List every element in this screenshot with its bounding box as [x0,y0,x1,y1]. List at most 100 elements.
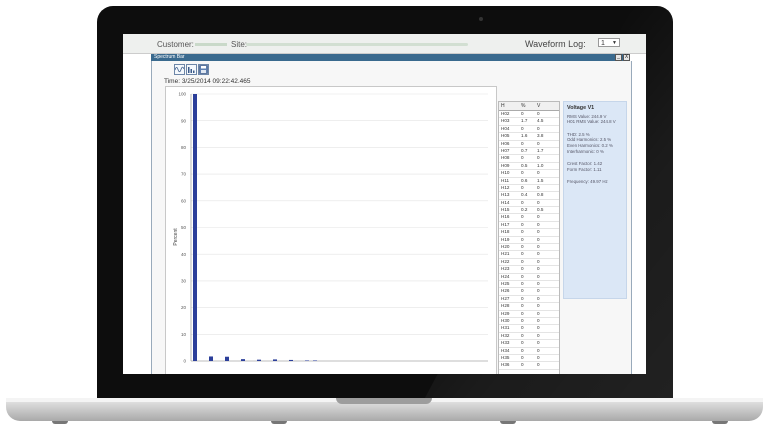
y-tick-label: 30 [181,279,187,284]
table-cell: H22 [501,258,510,264]
table-cell: H35 [501,354,510,360]
save-button[interactable] [198,64,209,75]
table-cell: 0 [537,273,540,279]
waveform-icon [175,66,184,73]
table-cell: 0 [521,347,524,353]
y-tick-label: 40 [181,252,187,257]
table-cell: 0 [521,332,524,338]
column-header-percent: % [521,103,526,109]
waveform-log-label: Waveform Log: [525,39,586,49]
table-cell: 0 [521,273,524,279]
table-cell: H34 [501,347,510,353]
y-tick-label: 0 [183,359,186,364]
table-cell: 0 [537,221,540,227]
table-cell: 0 [537,347,540,353]
table-cell: 3.8 [537,133,544,139]
table-row: H04 0 0 [499,125,559,134]
table-cell: 0 [521,362,524,368]
spectrum-bar [225,356,229,361]
table-cell: 0 [521,221,524,227]
spectrum-bar [305,360,309,361]
table-cell: H29 [501,310,510,316]
time-label: Time: 3/25/2014 09:22:42.465 [164,78,251,85]
table-row: H25 0 0 [499,281,559,289]
table-row: H14 0 0 [499,199,559,208]
table-row: H34 0 0 [499,348,559,355]
table-row: H07 0.7 1.7 [499,147,559,156]
customer-value [195,43,227,46]
table-cell: H18 [501,229,510,235]
y-tick-label: 70 [181,172,187,177]
table-cell: 0 [521,236,524,242]
site-label: Site: [231,40,248,49]
laptop-notch [336,398,432,404]
table-cell: 0 [537,199,540,205]
spectrum-chart-svg: 1009080706050403020100 Percent [173,92,488,364]
table-cell: 0.5 [537,207,544,213]
table-cell: H20 [501,244,510,250]
table-cell: 0 [521,258,524,264]
table-row: H11 0.6 1.5 [499,178,559,185]
table-cell: H16 [501,214,510,220]
table-row: H31 0 0 [499,325,559,333]
table-cell: 0 [537,258,540,264]
table-row: H30 0 0 [499,317,559,326]
table-cell: 0 [521,354,524,360]
table-cell: 0 [521,266,524,272]
harmonic-table: H % V H02 0 0 H03 1.7 4.5 H04 0 0 H05 1.6 3.8 H06 0 0 H… [498,101,560,374]
y-axis-label: Percent [173,228,179,246]
waveform-log-select[interactable]: 1 ▼ [598,38,620,47]
table-cell: H07 [501,147,510,153]
table-cell: 0 [537,244,540,250]
table-cell: 0 [537,266,540,272]
table-cell: H19 [501,236,510,242]
table-row: H12 0 0 [499,185,559,193]
table-cell: 1.6 [521,133,528,139]
table-cell: H04 [501,125,510,131]
spectrum-bar-button[interactable] [186,64,197,75]
table-row: H02 0 0 [499,111,559,119]
window-title-bar[interactable]: Spectrum Bar _ X [151,54,630,61]
table-row: H29 0 0 [499,311,559,318]
table-cell: 0 [537,170,540,176]
table-cell: H28 [501,303,510,309]
spectrum-bar [241,359,245,361]
chart-grid [191,93,488,362]
table-cell: 0.8 [537,192,544,198]
table-cell: 0 [521,325,524,331]
table-cell: H33 [501,340,510,346]
close-button[interactable]: X [623,54,630,61]
spectrum-bar [273,359,277,361]
table-cell: 0 [521,251,524,257]
y-tick-label: 10 [181,332,187,337]
minimize-button[interactable]: _ [615,54,622,61]
table-cell: 4.5 [537,118,544,124]
spectrum-bar [289,359,293,361]
table-cell: 0 [521,310,524,316]
column-header-harmonic: H [501,103,505,109]
table-cell: 0.4 [521,192,528,198]
table-cell: 0 [537,111,540,116]
table-cell: 0 [537,229,540,235]
laptop-foot-right [712,421,728,424]
table-row: H15 0.2 0.5 [499,207,559,215]
table-cell: 0 [521,125,524,131]
laptop-foot-mid-right [500,421,516,424]
table-row: H05 1.6 3.8 [499,133,559,141]
table-cell: 0 [537,251,540,257]
table-row: H17 0 0 [499,221,559,230]
column-header-volts: V [537,103,541,109]
y-tick-label: 20 [181,305,187,310]
table-cell: H06 [501,140,510,146]
table-cell: H21 [501,251,510,257]
table-cell: 0 [537,310,540,316]
table-cell: 0 [521,111,524,116]
table-cell: H24 [501,273,510,279]
waveform-button[interactable] [174,64,185,75]
spectrum-bar [193,94,197,361]
table-cell: 0.2 [521,207,528,213]
table-cell: H36 [501,362,510,368]
table-cell: H09 [501,162,510,168]
table-cell: 0 [537,317,540,323]
